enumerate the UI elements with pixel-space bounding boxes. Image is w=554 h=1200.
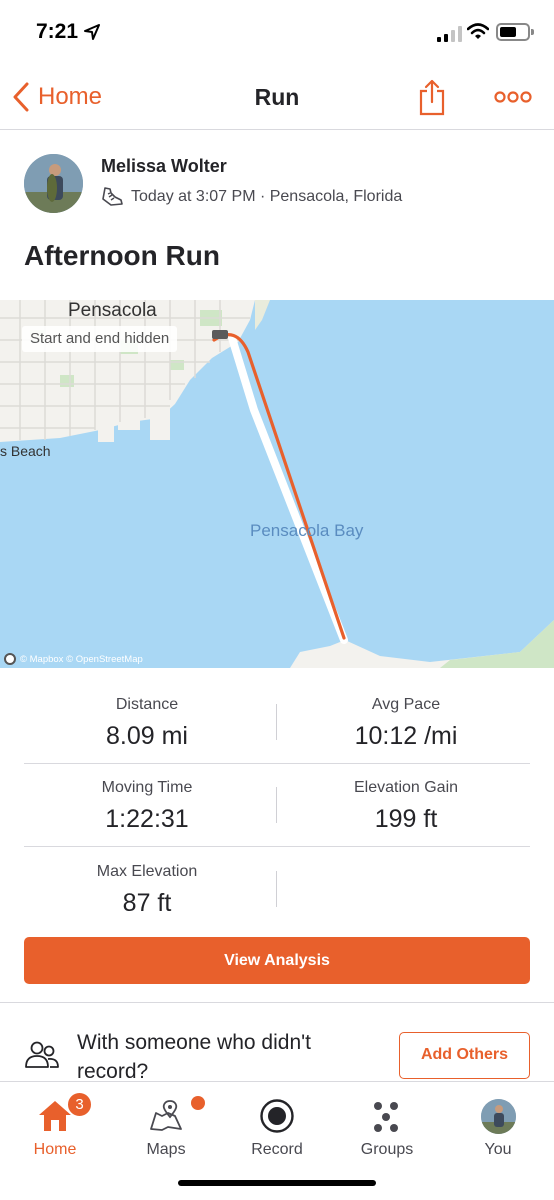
stat-label: Distance	[115, 696, 179, 713]
wifi-icon	[467, 23, 489, 39]
route-map[interactable]: Pensacola Start and end hidden s Beach P…	[0, 300, 554, 668]
stat-value: 1:22:31	[105, 805, 189, 833]
activity-meta-text: Today at 3:07 PM · Pensacola, Florida	[131, 188, 403, 205]
divider	[24, 846, 530, 847]
stat-label: Max Elevation	[96, 863, 198, 880]
stat-value: 199 ft	[374, 805, 438, 833]
status-bar: 7:21	[0, 0, 554, 64]
divider	[0, 1002, 554, 1003]
activity-meta: Today at 3:07 PM · Pensacola, Florida	[101, 186, 402, 208]
tab-label: Home	[33, 1141, 77, 1158]
athlete-name[interactable]: Melissa Wolter	[101, 156, 227, 177]
more-icon[interactable]	[494, 90, 532, 104]
stat-value: 10:12 /mi	[354, 722, 458, 750]
tab-label: Groups	[360, 1141, 414, 1158]
map-privacy-label: Start and end hidden	[22, 326, 178, 352]
home-indicator[interactable]	[178, 1180, 376, 1186]
running-shoe-icon	[102, 187, 123, 206]
tab-groups[interactable]: Groups	[332, 1088, 442, 1158]
notification-badge: 3	[66, 1091, 93, 1118]
stat-distance: Distance 8.09 mi	[27, 696, 267, 751]
map-attribution-text: © Mapbox © OpenStreetMap	[20, 653, 143, 665]
others-prompt: With someone who didn't record?	[77, 1031, 311, 1083]
stat-value: 87 ft	[122, 889, 172, 917]
avatar	[480, 1098, 516, 1134]
map-graphic	[0, 300, 554, 668]
stat-divider	[276, 787, 277, 823]
add-people-icon	[25, 1041, 59, 1068]
record-icon	[260, 1099, 294, 1133]
stat-divider	[276, 704, 277, 740]
stat-label: Avg Pace	[371, 696, 441, 713]
share-icon[interactable]	[418, 78, 446, 116]
battery-icon	[496, 23, 534, 41]
stat-avg-pace: Avg Pace 10:12 /mi	[286, 696, 526, 751]
maps-icon	[150, 1100, 182, 1131]
divider	[24, 763, 530, 764]
tab-record[interactable]: Record	[222, 1088, 332, 1158]
stat-moving-time: Moving Time 1:22:31	[27, 779, 267, 834]
avatar[interactable]	[24, 154, 83, 213]
add-others-button[interactable]: Add Others	[399, 1032, 530, 1079]
activity-title: Afternoon Run	[24, 240, 220, 271]
stat-elevation-gain: Elevation Gain 199 ft	[286, 779, 526, 834]
stat-max-elevation: Max Elevation 87 ft	[27, 863, 267, 918]
tab-label: You	[484, 1141, 512, 1158]
mapbox-logo-icon	[4, 653, 16, 665]
map-attribution[interactable]: © Mapbox © OpenStreetMap	[4, 653, 143, 665]
nav-bar: Home Run	[0, 64, 554, 130]
groups-icon	[374, 1102, 398, 1132]
stat-label: Elevation Gain	[353, 779, 459, 796]
status-time: 7:21	[36, 20, 79, 43]
tab-maps[interactable]: Maps	[111, 1088, 221, 1158]
tab-label: Maps	[146, 1141, 186, 1158]
view-analysis-button[interactable]: View Analysis	[24, 937, 530, 984]
map-beach-label: s Beach	[0, 443, 51, 459]
stat-value: 8.09 mi	[106, 722, 188, 750]
stat-label: Moving Time	[101, 779, 193, 796]
tab-label: Record	[251, 1141, 303, 1158]
map-city-label: Pensacola	[68, 300, 157, 321]
stat-divider	[276, 871, 277, 907]
signal-icon	[437, 25, 462, 42]
avatar-photo	[24, 154, 83, 213]
map-bay-label: Pensacola Bay	[250, 521, 364, 540]
location-arrow-icon	[84, 24, 100, 40]
tab-you[interactable]: You	[443, 1088, 553, 1158]
tab-home[interactable]: 3 Home	[0, 1088, 110, 1158]
page-title: Run	[254, 84, 300, 110]
notification-dot	[191, 1096, 205, 1110]
